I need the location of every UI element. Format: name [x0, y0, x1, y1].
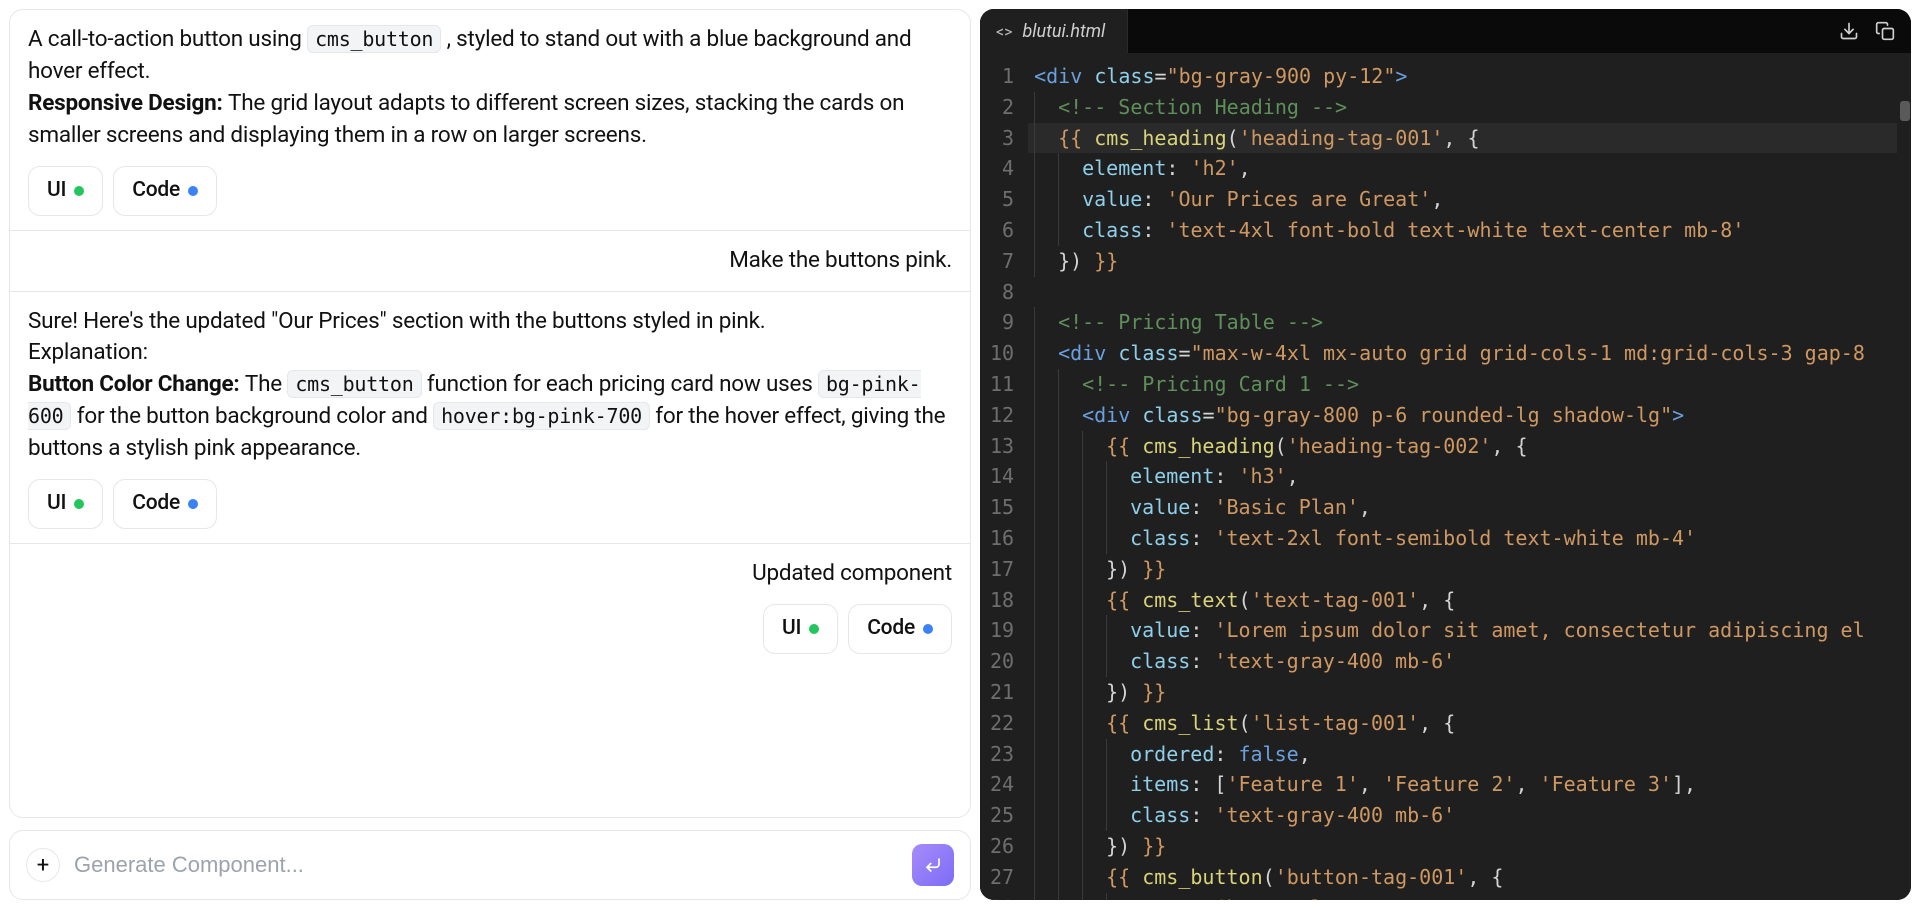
status-dot-green: [809, 624, 819, 634]
composer: +: [9, 830, 971, 900]
editor-tab-filename: blutui.html: [1023, 21, 1106, 42]
editor-tab-bar: <> blutui.html: [980, 9, 1911, 53]
inline-code: hover:bg-pink-700: [433, 402, 650, 430]
inline-code: cms_button: [287, 370, 421, 398]
user-message: Make the buttons pink.: [10, 231, 970, 292]
pill-label: Code: [132, 489, 180, 519]
composer-input[interactable]: [74, 852, 898, 878]
chat-scroll-area[interactable]: A call-to-action button using cms_button…: [9, 9, 971, 818]
inline-code: cms_button: [307, 25, 441, 53]
editor-tab[interactable]: <> blutui.html: [980, 9, 1128, 53]
ui-pill-button[interactable]: UI: [28, 479, 103, 529]
pill-row: UI Code: [28, 479, 952, 529]
download-button[interactable]: [1831, 9, 1867, 53]
ui-pill-button[interactable]: UI: [28, 166, 103, 216]
copy-icon: [1875, 21, 1895, 41]
code-pill-button[interactable]: Code: [113, 479, 217, 529]
pill-label: UI: [47, 176, 66, 206]
pill-label: UI: [782, 614, 801, 644]
download-icon: [1839, 21, 1859, 41]
assistant-message: Sure! Here's the updated "Our Prices" se…: [10, 292, 970, 545]
pill-label: UI: [47, 489, 66, 519]
code-pill-button[interactable]: Code: [113, 166, 217, 216]
pill-row: UI Code: [28, 604, 952, 654]
status-dot-green: [74, 186, 84, 196]
pill-row: UI Code: [28, 166, 952, 216]
enter-icon: [924, 856, 942, 874]
code-pill-button[interactable]: Code: [848, 604, 952, 654]
pill-label: Code: [132, 176, 180, 206]
user-message: Updated componentUICode: [10, 544, 970, 668]
ui-pill-button[interactable]: UI: [763, 604, 838, 654]
add-attachment-button[interactable]: +: [26, 848, 60, 882]
pill-label: Code: [867, 614, 915, 644]
chat-panel: A call-to-action button using cms_button…: [9, 9, 971, 900]
code-panel: <> blutui.html 1234567891011121314151617…: [980, 9, 1911, 900]
code-content: <div class="bg-gray-900 py-12"> <!-- Sec…: [1028, 53, 1911, 900]
status-dot-blue: [188, 499, 198, 509]
code-editor[interactable]: 1234567891011121314151617181920212223242…: [980, 53, 1911, 900]
status-dot-blue: [923, 624, 933, 634]
send-button[interactable]: [912, 844, 954, 886]
line-gutter: 1234567891011121314151617181920212223242…: [980, 53, 1028, 900]
status-dot-blue: [188, 186, 198, 196]
code-file-icon: <>: [996, 22, 1013, 41]
copy-button[interactable]: [1867, 9, 1903, 53]
assistant-message: A call-to-action button using cms_button…: [10, 10, 970, 231]
status-dot-green: [74, 499, 84, 509]
